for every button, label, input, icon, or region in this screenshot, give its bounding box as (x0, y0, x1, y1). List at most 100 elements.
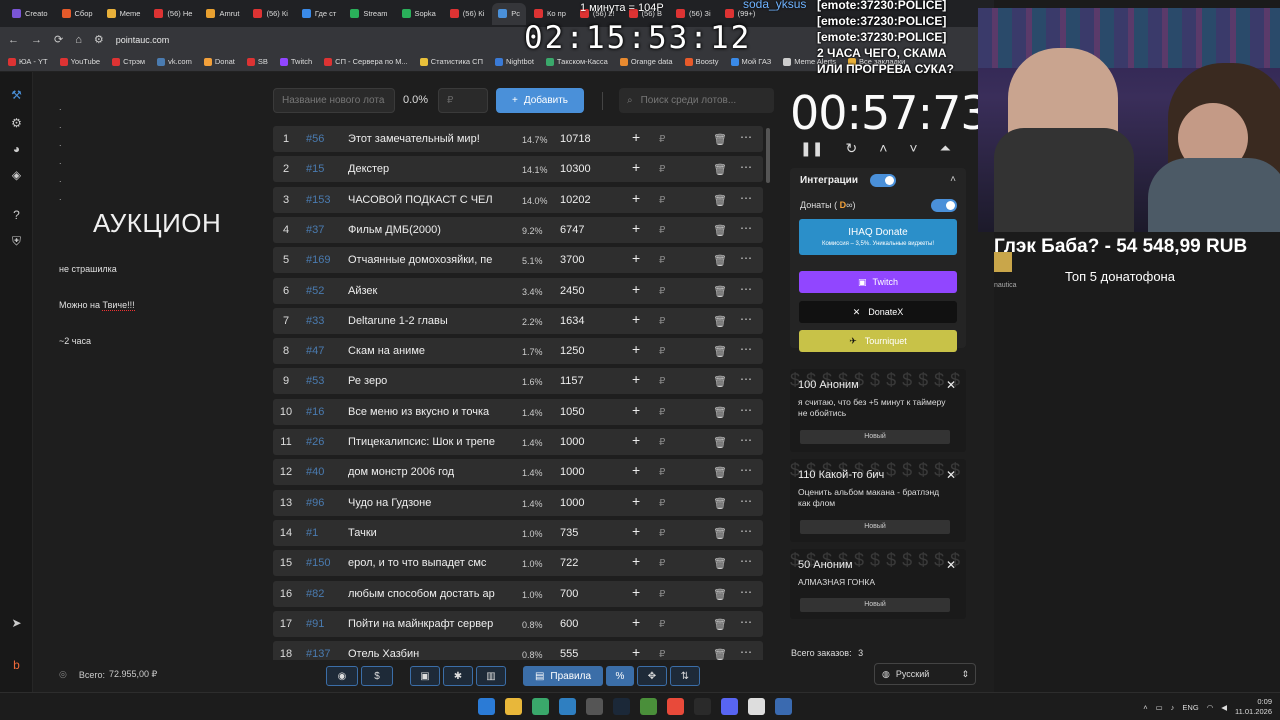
add-amount-icon[interactable]: + (632, 220, 640, 236)
delete-icon[interactable]: 🗑 (713, 254, 727, 267)
lot-name[interactable]: Фильм ДМБ(2000) (348, 224, 508, 236)
chevron-up-icon[interactable]: ˄ (1143, 703, 1147, 712)
move-icon[interactable]: ✥ (637, 666, 667, 686)
ruble-input-icon[interactable]: ₽ (659, 498, 665, 509)
ruble-input-icon[interactable]: ₽ (659, 255, 665, 266)
add-amount-icon[interactable]: + (632, 523, 640, 539)
more-icon[interactable]: ⋯ (740, 615, 752, 629)
ruble-input-icon[interactable]: ₽ (659, 134, 665, 145)
delete-icon[interactable]: 🗑 (713, 466, 727, 479)
add-amount-icon[interactable]: + (632, 644, 640, 660)
bookmark[interactable]: Стрэм (112, 57, 145, 66)
delete-icon[interactable]: 🗑 (713, 527, 727, 540)
browser-tab[interactable]: Sopka (396, 3, 442, 25)
telegram-icon[interactable]: ➤ (9, 616, 24, 631)
bookmark[interactable]: Статистика СП (419, 57, 483, 66)
double-up-icon[interactable]: ⏶ (940, 140, 951, 157)
more-icon[interactable]: ⋯ (740, 494, 752, 508)
browser-tab[interactable]: Сбор (56, 3, 99, 25)
delete-icon[interactable]: 🗑 (713, 406, 727, 419)
browser-icon[interactable] (532, 698, 549, 715)
home-icon[interactable]: ⌂ (75, 34, 82, 46)
settings-icon[interactable]: ⚙ (9, 116, 24, 131)
donation-status-select[interactable]: Новый (800, 598, 950, 612)
ruble-input-icon[interactable]: ₽ (659, 164, 665, 175)
bookmark[interactable]: Boosty (684, 57, 719, 66)
pause-icon[interactable]: ❚❚ (800, 140, 823, 157)
more-icon[interactable]: ⋯ (740, 524, 752, 538)
ruble-input-icon[interactable]: ₽ (659, 316, 665, 327)
delete-icon[interactable]: 🗑 (713, 588, 727, 601)
bookmark[interactable]: Такском-Касса (545, 57, 608, 66)
bookmark[interactable]: Twitch (279, 57, 312, 66)
more-icon[interactable]: ⋯ (740, 372, 752, 386)
more-icon[interactable]: ⋯ (740, 554, 752, 568)
chevron-up-icon[interactable]: ˄ (879, 140, 887, 157)
add-amount-icon[interactable]: + (632, 493, 640, 509)
lot-name[interactable]: Ре зеро (348, 375, 508, 387)
dollar-icon[interactable]: $ (361, 666, 393, 686)
bug-icon[interactable]: ✱ (443, 666, 473, 686)
lot-name[interactable]: Айзек (348, 285, 508, 297)
wheel-icon[interactable]: ◕ (9, 142, 24, 157)
more-icon[interactable]: ⋯ (740, 130, 752, 144)
lot-name[interactable]: Этот замечательный мир! (348, 133, 508, 145)
ruble-input-icon[interactable]: ₽ (659, 376, 665, 387)
more-icon[interactable]: ⋯ (740, 463, 752, 477)
more-icon[interactable]: ⋯ (740, 312, 752, 326)
more-icon[interactable]: ⋯ (740, 282, 752, 296)
add-amount-icon[interactable]: + (632, 341, 640, 357)
more-icon[interactable]: ⋯ (740, 251, 752, 265)
lot-name[interactable]: Скам на аниме (348, 345, 508, 357)
add-amount-icon[interactable]: + (632, 311, 640, 327)
chrome-icon[interactable] (667, 698, 684, 715)
ruble-input-icon[interactable]: ₽ (659, 225, 665, 236)
delete-icon[interactable]: 🗑 (713, 224, 727, 237)
delete-all-icon[interactable]: ▥ (476, 666, 506, 686)
minecraft-icon[interactable] (640, 698, 657, 715)
telegram-app-icon[interactable] (559, 698, 576, 715)
reset-icon[interactable]: ↻ (845, 140, 857, 157)
ruble-input-icon[interactable]: ₽ (659, 589, 665, 600)
delete-icon[interactable]: 🗑 (713, 557, 727, 570)
ruble-input-icon[interactable]: ₽ (659, 437, 665, 448)
donation-status-select[interactable]: Новый (800, 430, 950, 444)
donation-status-select[interactable]: Новый (800, 520, 950, 534)
add-amount-icon[interactable]: + (632, 402, 640, 418)
add-amount-icon[interactable]: + (632, 432, 640, 448)
delete-icon[interactable]: 🗑 (713, 285, 727, 298)
bookmark[interactable]: SB (246, 57, 268, 66)
twitch-button[interactable]: ▣ Twitch (799, 271, 957, 293)
lot-name[interactable]: ЧАСОВОЙ ПОДКАСТ С ЧЕЛ (348, 194, 508, 206)
close-icon[interactable]: ✕ (946, 468, 956, 482)
ihaq-donate-button[interactable]: IHAQ Donate Комиссия – 3,5%. Уникальные … (799, 219, 957, 255)
forward-icon[interactable]: → (31, 34, 42, 46)
ruble-input-icon[interactable]: ₽ (659, 649, 665, 660)
ruble-input-icon[interactable]: ₽ (659, 619, 665, 630)
lot-name[interactable]: Отчаянные домохозяйки, пе (348, 254, 508, 266)
clock[interactable]: 0:09 11.01.2026 (1235, 697, 1272, 717)
add-amount-icon[interactable]: + (632, 190, 640, 206)
lot-name[interactable]: любым способом достать ар (348, 588, 508, 600)
mic-icon[interactable]: ♪ (1171, 703, 1175, 712)
bookmark[interactable]: Мой ГАЗ (730, 57, 771, 66)
more-icon[interactable]: ⋯ (740, 160, 752, 174)
network-icon[interactable]: ▭ (1156, 703, 1163, 712)
integrations-toggle[interactable] (870, 174, 896, 187)
add-amount-icon[interactable]: + (632, 584, 640, 600)
ruble-input-icon[interactable]: ₽ (659, 195, 665, 206)
browser-tab[interactable]: (56) Не (148, 3, 198, 25)
sort-icon[interactable]: ⇅ (670, 666, 700, 686)
reload-icon[interactable]: ⟳ (54, 33, 63, 46)
percent-button[interactable]: % (606, 666, 634, 686)
bookmark[interactable]: YouTube (59, 57, 100, 66)
github-icon[interactable]: ◉ (326, 666, 358, 686)
bookmark[interactable]: СП - Сервера по М... (324, 57, 408, 66)
lot-name[interactable]: Отель Хазбин (348, 648, 508, 660)
bookmark[interactable]: vk.com (157, 57, 192, 66)
lot-search-input[interactable]: ⌕ Поиск среди лотов... (619, 88, 774, 113)
site-info-icon[interactable]: ⚙ (94, 33, 104, 46)
eye-off-icon[interactable]: ◎ (59, 669, 67, 680)
boosty-icon[interactable]: b (9, 658, 24, 673)
delete-icon[interactable]: 🗑 (713, 436, 727, 449)
